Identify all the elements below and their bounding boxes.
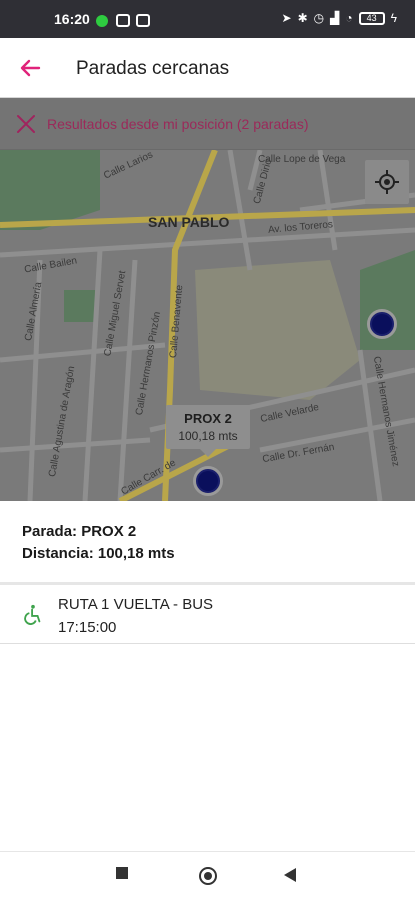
home-button[interactable] [199, 867, 217, 885]
system-nav-bar [0, 851, 415, 900]
route-name: RUTA 1 VUELTA - BUS [58, 596, 214, 613]
recents-button[interactable] [116, 867, 128, 879]
map-area-label: SAN PABLO [148, 214, 230, 230]
system-back-button[interactable] [284, 868, 296, 882]
route-time: 17:15:00 [58, 619, 117, 636]
download-notification-icon [136, 14, 150, 27]
stop-details: Parada: PROX 2 Distancia: 100,18 mts [0, 501, 415, 585]
wheelchair-icon [24, 604, 41, 625]
bus-stop-marker[interactable] [367, 309, 397, 339]
wifi-icon: ◔ [345, 11, 353, 25]
status-time: 16:20 [54, 11, 90, 27]
stop-callout[interactable]: PROX 2 100,18 mts [166, 405, 250, 457]
signal-icon: ▟ [330, 11, 340, 25]
arrow-back-icon [20, 59, 41, 77]
status-icons: ➤ ✱ ◷ ▟ ◔ 43 ϟ [282, 11, 397, 25]
results-banner: Resultados desde mi posición (2 paradas) [0, 98, 415, 150]
close-icon [17, 115, 35, 133]
back-button[interactable] [14, 52, 46, 84]
location-icon: ➤ [281, 11, 292, 25]
my-location-button[interactable] [365, 160, 409, 204]
status-bar: 16:20 ➤ ✱ ◷ ▟ ◔ 43 ϟ [0, 0, 415, 38]
stop-distance: Distancia: 100,18 mts [22, 545, 175, 562]
bus-stop-marker-selected[interactable] [193, 466, 223, 496]
notification-dot-icon [96, 15, 108, 27]
bluetooth-icon: ✱ [297, 11, 308, 25]
callout-distance: 100,18 mts [178, 429, 238, 443]
stop-name: Parada: PROX 2 [22, 523, 137, 540]
app-bar: Paradas cercanas [0, 38, 415, 98]
battery-icon: 43 [358, 11, 385, 25]
close-results-button[interactable] [14, 112, 38, 136]
app-notification-icon [116, 14, 130, 27]
page-title: Paradas cercanas [76, 58, 230, 79]
alarm-icon: ◷ [313, 11, 325, 25]
results-text: Resultados desde mi posición (2 paradas) [47, 116, 309, 132]
callout-title: PROX 2 [184, 411, 232, 426]
route-list-item[interactable]: RUTA 1 VUELTA - BUS 17:15:00 [0, 588, 415, 644]
map-view[interactable]: Resultados desde mi posición (2 paradas) [0, 98, 415, 501]
my-location-icon [375, 170, 399, 194]
charging-icon: ϟ [390, 11, 397, 25]
